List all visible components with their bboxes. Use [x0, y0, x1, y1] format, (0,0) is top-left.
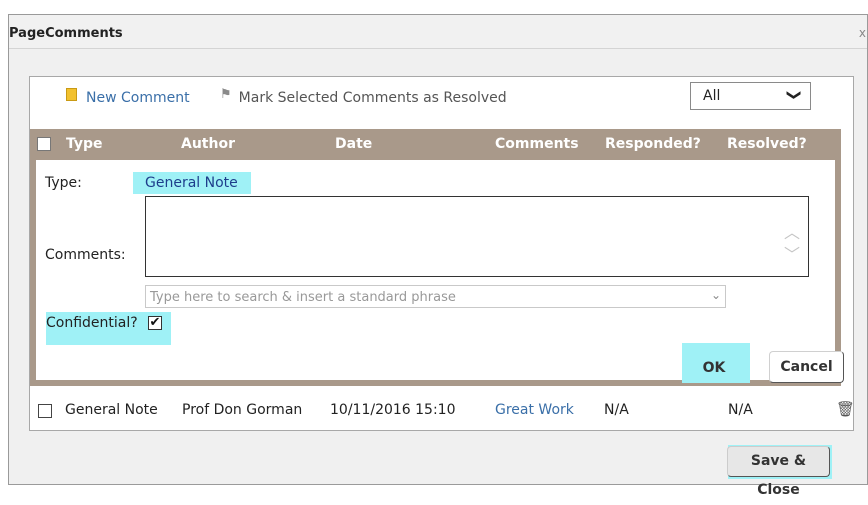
confidential-label: Confidential? — [46, 315, 138, 331]
table-header: Type Author Date Comments Responded? Res… — [30, 129, 841, 160]
standard-phrase-search[interactable]: Type here to search & insert a standard … — [145, 285, 726, 308]
note-icon — [66, 87, 77, 101]
row-resolved: N/A — [728, 402, 753, 418]
chevron-down-icon: ❯ — [786, 89, 803, 101]
trash-icon[interactable]: 🗑 — [836, 400, 855, 418]
ok-button[interactable]: OK — [686, 356, 742, 380]
column-header-comments[interactable]: Comments — [495, 136, 579, 152]
row-comments-link[interactable]: Great Work — [495, 402, 574, 418]
scroll-down-icon[interactable]: ﹀ — [784, 241, 800, 265]
row-checkbox[interactable] — [38, 404, 52, 418]
new-comment-link[interactable]: New Comment — [66, 87, 190, 106]
column-header-resolved[interactable]: Resolved? — [727, 136, 807, 152]
column-header-date[interactable]: Date — [335, 136, 372, 152]
filter-dropdown[interactable]: All ❯ — [690, 82, 811, 110]
filter-value: All — [703, 88, 721, 104]
comments-textarea[interactable]: ︿ ﹀ — [145, 196, 809, 277]
row-date: 10/11/2016 15:10 — [330, 402, 456, 418]
row-type: General Note — [65, 402, 158, 418]
close-icon[interactable]: x — [859, 26, 866, 40]
row-responded: N/A — [604, 402, 629, 418]
mark-resolved-button[interactable]: ⚑ Mark Selected Comments as Resolved — [220, 86, 507, 107]
new-comment-label: New Comment — [86, 90, 190, 106]
cancel-button[interactable]: Cancel — [769, 351, 844, 383]
save-close-button[interactable]: Save & Close — [727, 446, 830, 498]
column-header-author[interactable]: Author — [181, 136, 235, 152]
phrase-placeholder: Type here to search & insert a standard … — [150, 290, 456, 305]
chevron-down-icon: ⌄ — [710, 288, 721, 302]
column-header-responded[interactable]: Responded? — [605, 136, 701, 152]
dialog-title: PageComments — [9, 26, 123, 41]
row-author: Prof Don Gorman — [182, 402, 303, 418]
type-value: General Note — [133, 172, 251, 194]
type-label: Type: — [45, 175, 82, 191]
table-row[interactable]: General Note Prof Don Gorman 10/11/2016 … — [30, 397, 855, 425]
column-header-type[interactable]: Type — [66, 136, 103, 152]
scroll-up-icon[interactable]: ︿ — [784, 219, 800, 243]
mark-resolved-label: Mark Selected Comments as Resolved — [238, 90, 507, 106]
confidential-checkbox[interactable]: ✔ — [148, 316, 162, 330]
flag-icon: ⚑ — [220, 86, 232, 102]
comments-label: Comments: — [45, 247, 126, 263]
dialog-titlebar: PageComments x — [9, 15, 867, 49]
select-all-checkbox[interactable] — [37, 137, 51, 151]
